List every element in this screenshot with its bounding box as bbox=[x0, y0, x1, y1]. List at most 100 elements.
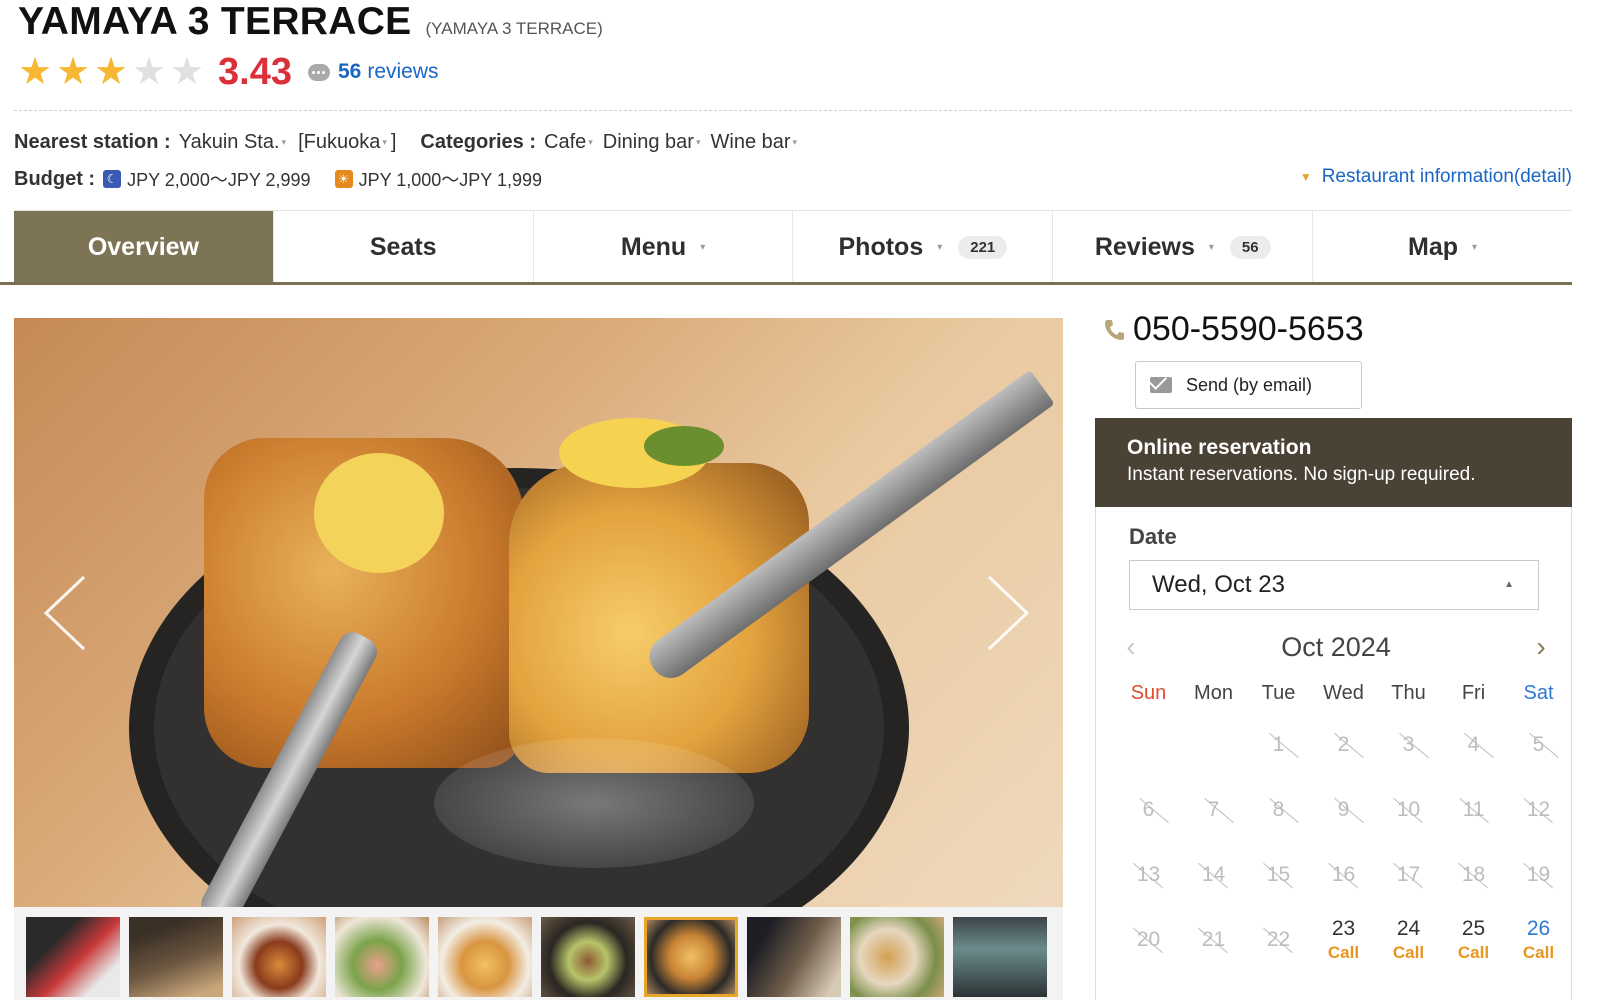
calendar-day-number: 18 bbox=[1461, 862, 1486, 886]
calendar-day: 6 bbox=[1116, 777, 1181, 842]
category-cafe[interactable]: Cafe bbox=[544, 131, 586, 154]
calendar-week: 20 21 22 23 Call 24 Call 25 Call 26 Call bbox=[1116, 907, 1571, 972]
calendar-day[interactable]: 25 Call bbox=[1441, 907, 1506, 972]
chevron-down-icon: ▾ bbox=[937, 242, 943, 253]
photo-thumbnail[interactable] bbox=[541, 917, 635, 997]
chevron-down-icon: ▾ bbox=[281, 137, 287, 147]
photo-thumbnail[interactable] bbox=[438, 917, 532, 997]
weekday-wed: Wed bbox=[1323, 682, 1364, 704]
area-link[interactable]: [Fukuoka bbox=[298, 131, 380, 154]
call-label: Call bbox=[1392, 942, 1425, 962]
photo-thumbnail-selected[interactable] bbox=[644, 917, 738, 997]
photo-thumbnail[interactable] bbox=[129, 917, 223, 997]
calendar-week: 13 14 15 16 17 18 19 bbox=[1116, 842, 1571, 907]
weekday-thu: Thu bbox=[1391, 682, 1426, 704]
calendar-day-number: 6 bbox=[1142, 797, 1155, 821]
dinner-budget: JPY 2,000～JPY 2,999 bbox=[127, 170, 311, 190]
photo-next-arrow[interactable] bbox=[983, 573, 1033, 653]
calendar-day: 17 bbox=[1376, 842, 1441, 907]
tab-label: Map bbox=[1408, 233, 1459, 261]
reviews-count-badge: 56 bbox=[1229, 236, 1271, 259]
chevron-down-icon: ▾ bbox=[382, 137, 387, 147]
photo-thumbnail[interactable] bbox=[747, 917, 841, 997]
calendar-day-number: 19 bbox=[1526, 862, 1551, 886]
calendar-day: 14 bbox=[1181, 842, 1246, 907]
calendar-day-number: 9 bbox=[1337, 797, 1350, 821]
calendar-day-number: 10 bbox=[1396, 797, 1421, 821]
photo-thumbnail[interactable] bbox=[953, 917, 1047, 997]
calendar-day[interactable]: 24 Call bbox=[1376, 907, 1441, 972]
reviews-link[interactable]: 56 reviews bbox=[307, 60, 439, 84]
restaurant-title-row: YAMAYA 3 TERRACE (YAMAYA 3 TERRACE) bbox=[18, 0, 603, 44]
chevron-down-icon: ▾ bbox=[1208, 242, 1214, 253]
calendar-day: 10 bbox=[1376, 777, 1441, 842]
restaurant-detail-label: Restaurant information(detail) bbox=[1321, 166, 1572, 187]
station-link[interactable]: Yakuin Sta. bbox=[179, 131, 280, 154]
calendar-day-number: 17 bbox=[1396, 862, 1421, 886]
calendar-day: 4 bbox=[1441, 712, 1506, 777]
review-count: 56 bbox=[337, 60, 362, 83]
sun-icon: ☀ bbox=[334, 170, 353, 188]
tab-label: Photos bbox=[838, 233, 924, 261]
calendar-day[interactable]: 23 Call bbox=[1311, 907, 1376, 972]
prev-month-button[interactable]: ‹ bbox=[1116, 631, 1146, 663]
calendar-day: 9 bbox=[1311, 777, 1376, 842]
reservation-header: Online reservation Instant reservations.… bbox=[1095, 418, 1572, 507]
calendar-empty-cell bbox=[1181, 712, 1246, 777]
date-select[interactable]: Wed, Oct 23 ▲ bbox=[1129, 560, 1539, 610]
calendar-month-title: Oct 2024 bbox=[1281, 631, 1391, 662]
restaurant-tabs: Overview Seats Menu ▾ Photos ▾ 221 Revie… bbox=[14, 210, 1572, 284]
tab-overview[interactable]: Overview bbox=[14, 211, 274, 284]
restaurant-detail-link[interactable]: ▼ Restaurant information(detail) bbox=[1300, 166, 1572, 188]
star-icon: ★ bbox=[17, 51, 53, 93]
calendar-day-number: 13 bbox=[1136, 862, 1161, 886]
calendar-day: 22 bbox=[1246, 907, 1311, 972]
station-label: Nearest station : bbox=[14, 131, 171, 153]
date-label: Date bbox=[1129, 524, 1177, 549]
photo-thumbnail[interactable] bbox=[335, 917, 429, 997]
tab-reviews[interactable]: Reviews ▾ 56 bbox=[1053, 211, 1314, 284]
tabs-underline bbox=[0, 282, 1572, 285]
next-month-button[interactable]: › bbox=[1526, 631, 1556, 663]
calendar-empty-cell bbox=[1116, 712, 1181, 777]
main-photo[interactable] bbox=[14, 318, 1063, 907]
calendar-day: 1 bbox=[1246, 712, 1311, 777]
call-label: Call bbox=[1327, 942, 1360, 962]
calendar-day-number: 11 bbox=[1462, 797, 1485, 821]
calendar-day-number: 20 bbox=[1136, 927, 1161, 951]
selected-date: Wed, Oct 23 bbox=[1152, 571, 1285, 598]
photo-thumbnail[interactable] bbox=[26, 917, 120, 997]
calendar-day-number: 12 bbox=[1526, 797, 1551, 821]
calendar-day-number: 22 bbox=[1266, 927, 1291, 951]
calendar-day-number: 25 bbox=[1461, 916, 1486, 940]
phone-number[interactable]: 050-5590-5653 bbox=[1133, 310, 1364, 349]
calendar-day-number: 24 bbox=[1396, 916, 1421, 940]
category-wine-bar[interactable]: Wine bar bbox=[711, 131, 791, 154]
photos-count-badge: 221 bbox=[958, 236, 1008, 259]
calendar-day: 18 bbox=[1441, 842, 1506, 907]
photo-thumbnail[interactable] bbox=[850, 917, 944, 997]
chevron-up-icon: ▲ bbox=[1504, 579, 1514, 590]
send-by-email-label: Send (by email) bbox=[1186, 374, 1313, 395]
weekday-sun: Sun bbox=[1130, 682, 1167, 704]
send-by-email-button[interactable]: Send (by email) bbox=[1135, 361, 1362, 409]
reservation-panel: Date Wed, Oct 23 ▲ ‹ Oct 2024 › Sun Mon … bbox=[1095, 507, 1572, 1000]
calendar-day-number: 14 bbox=[1201, 862, 1226, 886]
photo-prev-arrow[interactable] bbox=[40, 573, 90, 653]
category-dining-bar[interactable]: Dining bar bbox=[603, 131, 694, 154]
call-label: Call bbox=[1522, 942, 1555, 962]
tab-menu[interactable]: Menu ▾ bbox=[533, 211, 794, 284]
tab-seats[interactable]: Seats bbox=[273, 211, 534, 284]
calendar-day-number: 2 bbox=[1337, 732, 1350, 756]
weekday-mon: Mon bbox=[1194, 682, 1233, 704]
restaurant-name: YAMAYA 3 TERRACE bbox=[18, 0, 412, 43]
calendar-day[interactable]: 26 Call bbox=[1506, 907, 1571, 972]
comment-bubble-icon bbox=[307, 63, 330, 81]
photo-thumbnail[interactable] bbox=[232, 917, 326, 997]
tab-map[interactable]: Map ▾ bbox=[1313, 211, 1572, 284]
tab-photos[interactable]: Photos ▾ 221 bbox=[793, 211, 1054, 284]
calendar-day: 16 bbox=[1311, 842, 1376, 907]
calendar-day: 15 bbox=[1246, 842, 1311, 907]
restaurant-alt-name: (YAMAYA 3 TERRACE) bbox=[425, 19, 603, 38]
phone-row: 050-5590-5653 bbox=[1103, 310, 1364, 349]
